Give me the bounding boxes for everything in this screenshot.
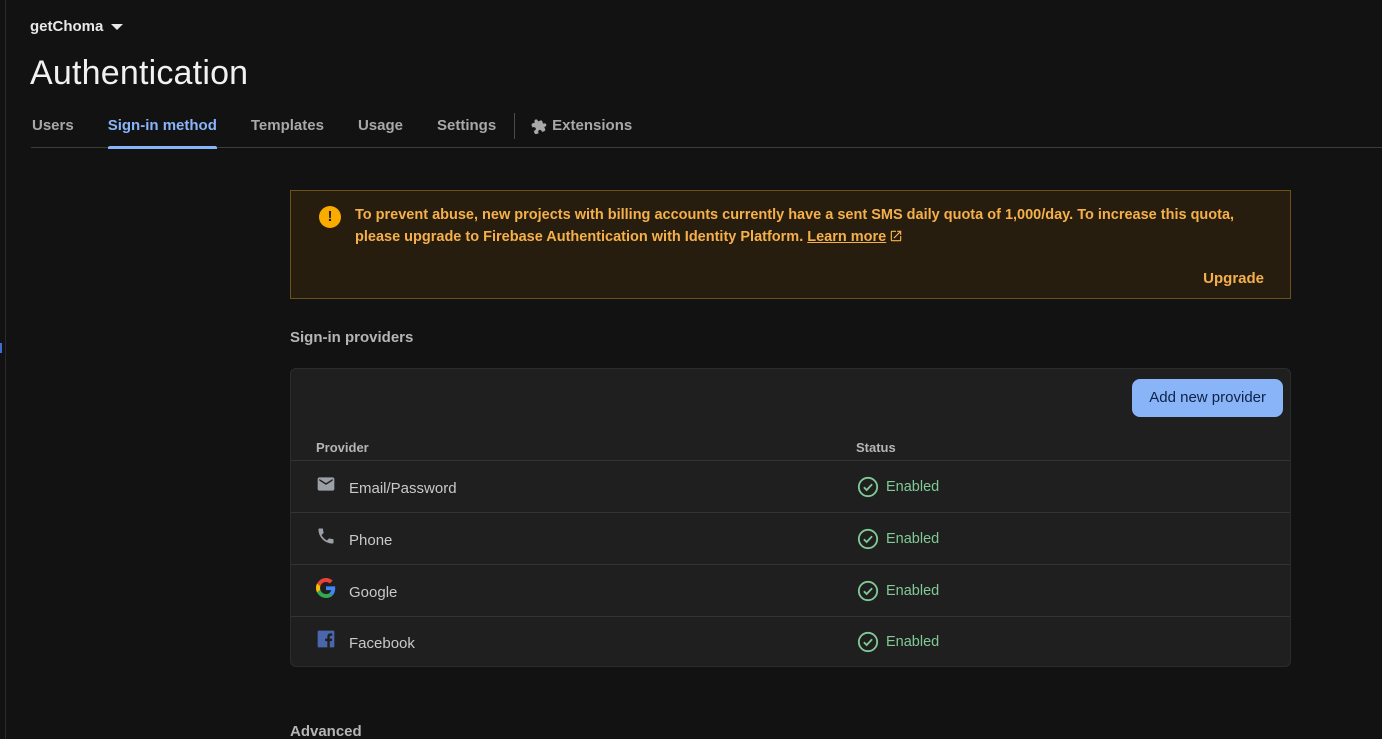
google-icon <box>316 578 336 598</box>
provider-name: Google <box>349 584 398 601</box>
banner-text: To prevent abuse, new projects with bill… <box>355 207 1235 245</box>
provider-name: Phone <box>349 532 393 549</box>
status-label: Enabled <box>886 531 940 547</box>
tab-usage[interactable]: Usage <box>358 106 403 148</box>
project-switcher[interactable]: getChoma <box>30 15 124 37</box>
email-icon <box>317 477 335 491</box>
check-circle-icon <box>857 631 879 653</box>
rail-indicator <box>0 343 2 353</box>
status-badge: Enabled <box>857 580 939 602</box>
tab-divider <box>514 113 516 139</box>
status-label: Enabled <box>886 634 940 650</box>
providers-table-header: Provider Status <box>291 437 1290 461</box>
table-row[interactable]: Facebook Enabled <box>291 617 1290 668</box>
banner-message: To prevent abuse, new projects with bill… <box>355 204 1265 248</box>
tab-users[interactable]: Users <box>32 106 74 148</box>
warning-icon: ! <box>319 206 341 228</box>
project-name: getChoma <box>30 17 104 35</box>
chevron-down-icon <box>111 24 124 30</box>
table-row[interactable]: Phone Enabled <box>291 514 1290 565</box>
phone-icon <box>318 528 334 544</box>
tab-bar: Users Sign-in method Templates Usage Set… <box>31 106 1382 149</box>
check-circle-icon <box>857 528 879 550</box>
tab-templates[interactable]: Templates <box>251 106 324 148</box>
page-title: Authentication <box>30 54 249 92</box>
sign-in-providers-heading: Sign-in providers <box>290 329 414 346</box>
table-row[interactable]: Google Enabled <box>291 566 1290 617</box>
status-label: Enabled <box>886 479 940 495</box>
providers-card: Add new provider Provider Status Email/P… <box>290 368 1291 667</box>
status-badge: Enabled <box>857 631 939 653</box>
check-circle-icon <box>857 476 879 498</box>
status-label: Enabled <box>886 583 940 599</box>
tab-sign-in-method[interactable]: Sign-in method <box>107 106 218 149</box>
column-provider: Provider <box>316 440 369 455</box>
add-new-provider-button[interactable]: Add new provider <box>1132 379 1283 417</box>
tab-extensions[interactable]: Extensions <box>531 106 632 148</box>
facebook-icon <box>317 630 335 648</box>
learn-more-link[interactable]: Learn more <box>807 229 886 245</box>
status-badge: Enabled <box>857 476 939 498</box>
puzzle-icon <box>531 119 547 134</box>
provider-name: Email/Password <box>349 480 457 497</box>
check-circle-icon <box>857 580 879 602</box>
open-in-new-icon <box>890 230 902 242</box>
table-row[interactable]: Email/Password Enabled <box>291 462 1290 513</box>
column-status: Status <box>856 440 896 455</box>
sms-quota-banner: ! To prevent abuse, new projects with bi… <box>290 190 1291 299</box>
advanced-heading: Advanced <box>290 723 362 739</box>
upgrade-button[interactable]: Upgrade <box>1203 270 1264 287</box>
status-badge: Enabled <box>857 528 939 550</box>
tab-settings[interactable]: Settings <box>437 106 496 148</box>
provider-name: Facebook <box>349 635 415 652</box>
tab-extensions-label: Extensions <box>552 117 633 134</box>
left-rail <box>0 0 6 739</box>
